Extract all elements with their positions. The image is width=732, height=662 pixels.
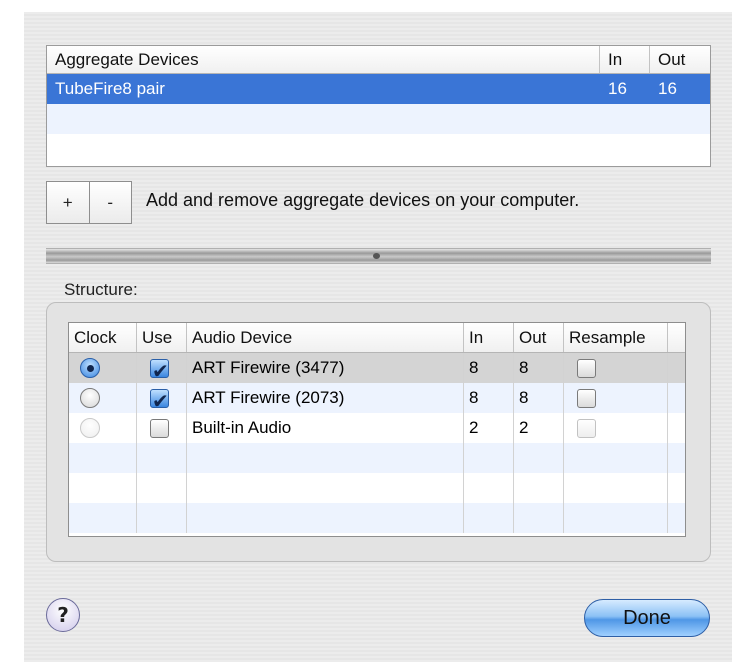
table-header: Clock Use Audio Device In Out Resample (69, 323, 685, 353)
use-cell (137, 353, 187, 386)
clock-cell (69, 353, 137, 383)
table-row[interactable]: Built-in Audio 2 2 (69, 413, 685, 443)
empty-cell (187, 473, 464, 503)
column-header-out[interactable]: Out (650, 46, 710, 73)
use-checkbox[interactable] (150, 356, 169, 386)
device-out-cell: 16 (658, 79, 677, 98)
in-cell: 8 (464, 353, 514, 383)
empty-row[interactable] (47, 104, 710, 134)
column-header-aggregate-devices[interactable]: Aggregate Devices (47, 46, 600, 73)
resample-cell (564, 353, 668, 383)
spacer-cell (668, 413, 685, 443)
column-header-audio-device[interactable]: Audio Device (187, 323, 464, 352)
empty-cell (464, 443, 514, 473)
table-row[interactable]: ART Firewire (2073) 8 8 (69, 383, 685, 416)
resample-checkbox[interactable] (577, 388, 596, 408)
column-header-in[interactable]: In (464, 323, 514, 352)
empty-cell (187, 503, 464, 533)
resample-cell (564, 383, 668, 413)
empty-cell (464, 503, 514, 533)
out-cell: 2 (514, 413, 564, 443)
add-remove-button-group: + - (46, 181, 132, 224)
column-header-spacer (668, 323, 685, 352)
done-button[interactable]: Done (584, 599, 710, 637)
empty-cell (564, 443, 668, 473)
clock-radio[interactable] (80, 418, 100, 438)
empty-cell (69, 473, 137, 503)
table-header: Aggregate Devices In Out (47, 46, 710, 74)
spacer-cell (668, 383, 685, 413)
divider-handle-icon[interactable] (373, 253, 380, 259)
empty-cell (137, 503, 187, 533)
aggregate-devices-table[interactable]: Aggregate Devices In Out TubeFire8 pair … (46, 45, 711, 167)
resample-checkbox[interactable] (577, 418, 596, 438)
add-device-button[interactable]: + (47, 182, 89, 223)
table-row[interactable]: ART Firewire (3477) 8 8 (69, 353, 685, 386)
resample-checkbox[interactable] (577, 358, 596, 378)
use-checkbox[interactable] (150, 386, 169, 416)
empty-cell (137, 473, 187, 503)
remove-device-button[interactable]: - (88, 182, 132, 223)
structure-table[interactable]: Clock Use Audio Device In Out Resample A… (68, 322, 686, 537)
empty-row[interactable] (69, 503, 685, 533)
device-in-cell: 16 (608, 79, 627, 98)
in-cell: 8 (464, 383, 514, 413)
add-remove-hint: Add and remove aggregate devices on your… (146, 190, 580, 210)
column-header-use[interactable]: Use (137, 323, 187, 352)
empty-cell (668, 503, 685, 533)
clock-cell (69, 413, 137, 443)
structure-label: Structure: (64, 280, 138, 299)
split-view-divider[interactable] (46, 248, 711, 264)
clock-radio[interactable] (80, 388, 100, 408)
out-cell: 8 (514, 383, 564, 413)
use-checkbox[interactable] (150, 418, 169, 438)
out-cell: 8 (514, 353, 564, 383)
table-row[interactable]: TubeFire8 pair 16 16 (47, 74, 710, 104)
empty-cell (514, 473, 564, 503)
device-name-cell: TubeFire8 pair (55, 79, 165, 98)
empty-cell (69, 503, 137, 533)
column-header-in[interactable]: In (600, 46, 650, 73)
empty-cell (668, 473, 685, 503)
empty-cell (514, 503, 564, 533)
column-header-clock[interactable]: Clock (69, 323, 137, 352)
empty-cell (137, 443, 187, 473)
empty-cell (187, 443, 464, 473)
empty-cell (464, 473, 514, 503)
empty-row[interactable] (47, 134, 710, 164)
audio-device-cell: Built-in Audio (187, 413, 464, 443)
empty-row[interactable] (69, 443, 685, 473)
audio-device-cell: ART Firewire (2073) (187, 383, 464, 413)
use-cell (137, 383, 187, 416)
resample-cell (564, 413, 668, 443)
empty-row[interactable] (69, 473, 685, 503)
empty-cell (514, 443, 564, 473)
empty-cell (564, 473, 668, 503)
empty-cell (564, 503, 668, 533)
use-cell (137, 413, 187, 443)
spacer-cell (668, 353, 685, 383)
audio-device-cell: ART Firewire (3477) (187, 353, 464, 383)
empty-cell (69, 443, 137, 473)
column-header-out[interactable]: Out (514, 323, 564, 352)
in-cell: 2 (464, 413, 514, 443)
empty-cell (668, 443, 685, 473)
clock-cell (69, 383, 137, 413)
clock-radio[interactable] (80, 358, 100, 378)
column-header-resample[interactable]: Resample (564, 323, 668, 352)
help-button[interactable]: ? (46, 598, 80, 632)
